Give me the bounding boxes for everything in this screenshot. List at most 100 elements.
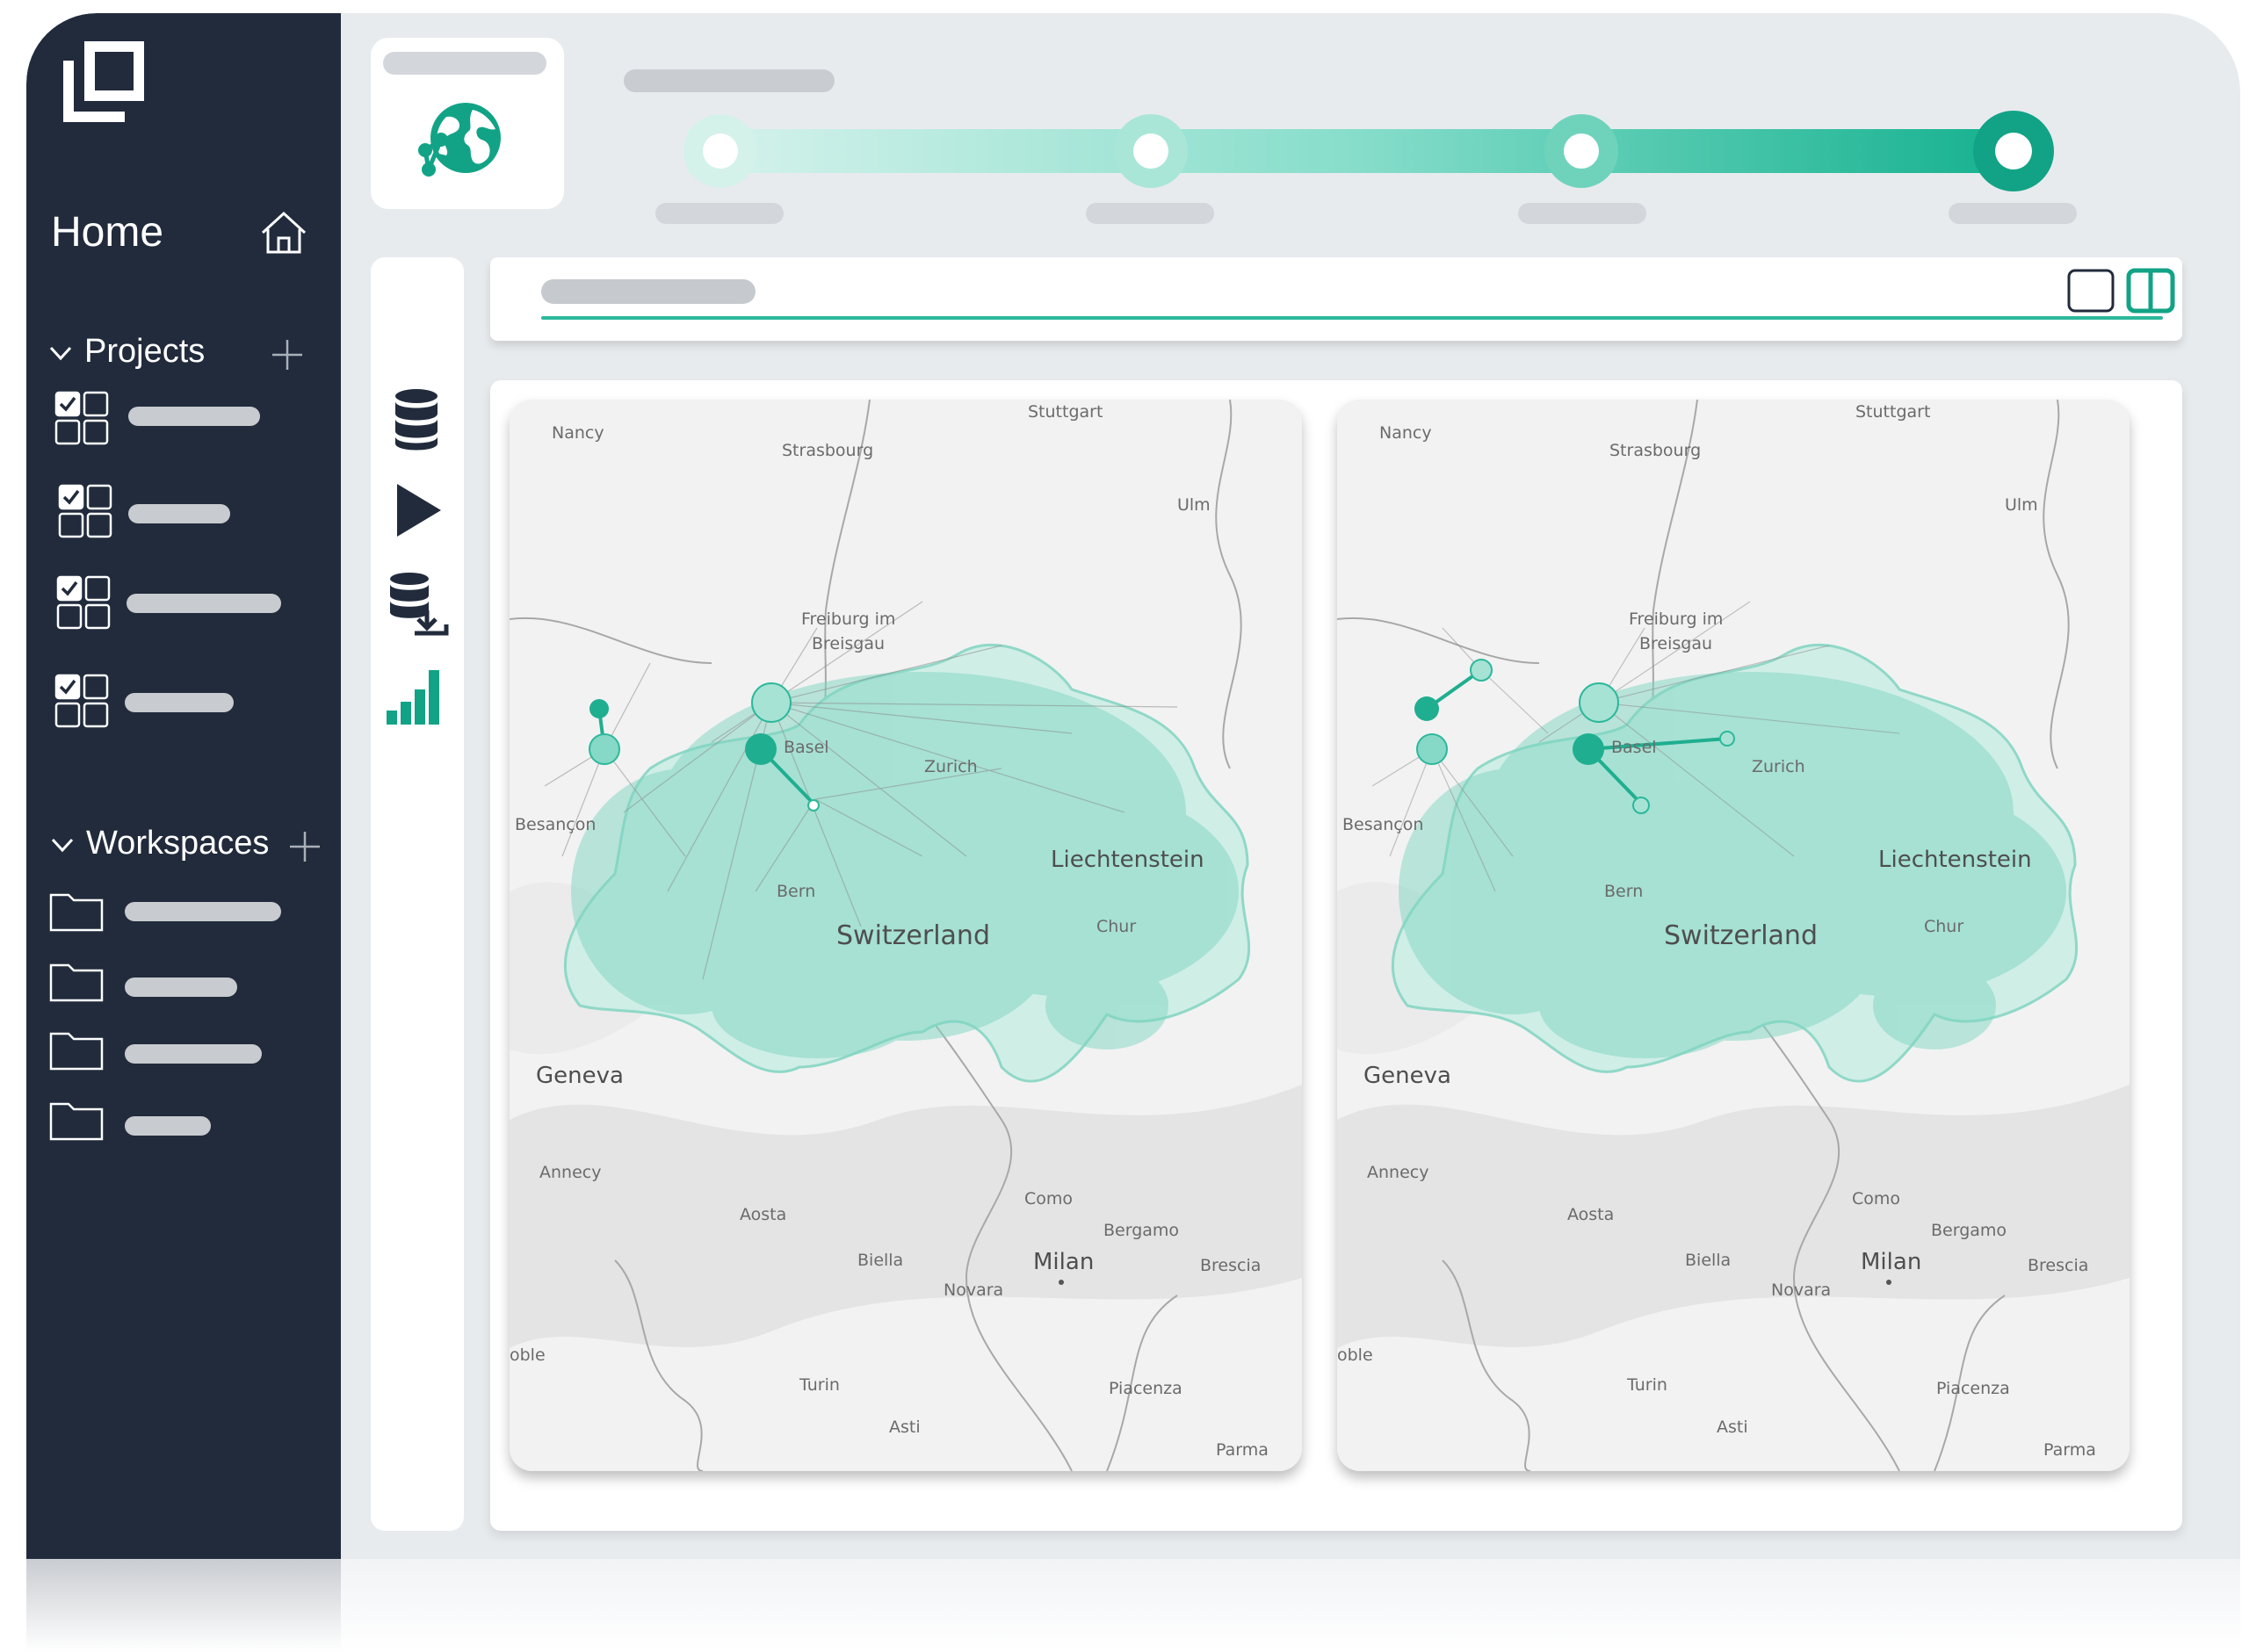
label-freiburg-2: Breisgau — [812, 634, 885, 653]
workspace-item-2[interactable] — [125, 977, 237, 997]
folder-icon — [49, 963, 104, 1002]
label-grenoble: oble — [510, 1345, 546, 1365]
hub-basel — [1470, 659, 1493, 682]
database-download-icon[interactable] — [383, 572, 450, 638]
label-freiburg-1: Freiburg im — [1629, 610, 1723, 629]
map-left-canvas[interactable]: Nancy Strasbourg Stuttgart Ulm Freiburg … — [510, 400, 1302, 1471]
label-bern: Bern — [777, 882, 815, 901]
module-card[interactable] — [371, 38, 564, 209]
map-right-canvas[interactable]: Nancy Strasbourg Stuttgart Ulm Freiburg … — [1337, 400, 2130, 1471]
label-besancon: Besançon — [1342, 815, 1423, 834]
workspaces-label: Workspaces — [86, 825, 270, 862]
label-zurich: Zurich — [924, 757, 978, 776]
projects-section-toggle[interactable]: Projects — [47, 333, 205, 371]
label-chur: Chur — [1096, 917, 1136, 936]
label-annecy: Annecy — [539, 1163, 601, 1182]
globe-network-icon — [418, 103, 501, 177]
label-milan: Milan — [1861, 1249, 1921, 1275]
label-freiburg-2: Breisgau — [1639, 634, 1712, 653]
label-geneva: Geneva — [536, 1063, 624, 1089]
project-item-1[interactable] — [128, 407, 260, 426]
title-underline — [541, 316, 2163, 320]
database-icon[interactable] — [383, 387, 450, 454]
step-4-current[interactable] — [1973, 111, 2054, 191]
hub-zurich — [751, 682, 792, 723]
step-3[interactable] — [1544, 114, 1618, 188]
label-biella: Biella — [857, 1251, 903, 1270]
hub-ticino — [807, 799, 820, 812]
label-basel: Basel — [1611, 738, 1657, 757]
step-3-label-placeholder — [1518, 203, 1646, 224]
sidebar: Home Projects Workspaces — [26, 13, 341, 1559]
brand-logo-icon[interactable] — [60, 38, 148, 126]
checklist-grid-icon — [56, 575, 111, 630]
label-nancy: Nancy — [552, 423, 604, 443]
workspace-item-3[interactable] — [125, 1044, 262, 1064]
map-panel-right[interactable]: Nancy Strasbourg Stuttgart Ulm Freiburg … — [1337, 400, 2130, 1471]
folder-icon — [49, 893, 104, 932]
map-panel-left[interactable]: Nancy Strasbourg Stuttgart Ulm Freiburg … — [510, 400, 1302, 1471]
label-chur: Chur — [1924, 917, 1963, 936]
bar-chart-icon[interactable] — [383, 663, 450, 730]
label-asti: Asti — [889, 1418, 921, 1437]
project-item-3[interactable] — [127, 594, 281, 613]
label-milan: Milan — [1033, 1249, 1094, 1275]
hub-neuchatel — [1414, 696, 1439, 721]
label-ulm: Ulm — [2005, 495, 2038, 515]
label-aosta: Aosta — [1567, 1205, 1614, 1224]
project-item-4[interactable] — [125, 693, 234, 712]
label-ulm: Ulm — [1177, 495, 1211, 515]
label-novara: Novara — [944, 1280, 1003, 1300]
hub-zurich — [1579, 682, 1619, 723]
home-label: Home — [51, 209, 164, 256]
label-bergamo: Bergamo — [1103, 1221, 1179, 1240]
step-2[interactable] — [1114, 114, 1188, 188]
add-project-icon[interactable] — [271, 338, 304, 372]
hub-lausanne — [1416, 733, 1448, 765]
step-1-label-placeholder — [655, 203, 784, 224]
play-icon[interactable] — [383, 477, 450, 544]
home-icon[interactable] — [259, 208, 308, 257]
checklist-grid-icon — [54, 674, 109, 728]
hub-ticino — [1632, 797, 1650, 814]
chevron-down-icon — [49, 346, 72, 360]
step-1[interactable] — [683, 114, 757, 188]
label-strasbourg: Strasbourg — [782, 441, 873, 460]
label-switzerland: Switzerland — [1664, 920, 1818, 951]
hub-neuchatel — [589, 699, 609, 718]
label-stuttgart: Stuttgart — [1028, 402, 1103, 422]
home-link[interactable]: Home — [51, 208, 163, 256]
workspace-item-1[interactable] — [125, 902, 281, 921]
label-turin: Turin — [1626, 1375, 1667, 1395]
label-biella: Biella — [1685, 1251, 1731, 1270]
label-grenoble: oble — [1337, 1345, 1373, 1365]
label-basel: Basel — [784, 738, 829, 757]
hub-central — [1573, 733, 1604, 765]
app-window: Home Projects Workspaces Nancy Strasbour… — [26, 13, 2240, 1559]
view-title-bar — [490, 257, 2182, 341]
split-panel-icon[interactable] — [2126, 268, 2175, 314]
label-liechtenstein: Liechtenstein — [1878, 847, 2032, 873]
chevron-down-icon — [51, 838, 74, 852]
checklist-grid-icon — [54, 391, 109, 445]
projects-label: Projects — [84, 333, 206, 370]
label-strasbourg: Strasbourg — [1609, 441, 1701, 460]
single-panel-icon[interactable] — [2066, 268, 2115, 314]
label-brescia: Brescia — [1200, 1256, 1261, 1275]
label-besancon: Besançon — [515, 815, 596, 834]
hub-central — [745, 733, 777, 765]
workspace-item-4[interactable] — [125, 1116, 211, 1136]
window-reflection — [26, 1559, 2240, 1652]
folder-icon — [49, 1032, 104, 1071]
label-bern: Bern — [1604, 882, 1643, 901]
label-turin: Turin — [799, 1375, 840, 1395]
label-switzerland: Switzerland — [836, 920, 990, 951]
progress-stepper — [624, 69, 2077, 224]
project-item-2[interactable] — [128, 504, 230, 523]
label-asti: Asti — [1717, 1418, 1748, 1437]
step-2-label-placeholder — [1086, 203, 1214, 224]
label-freiburg-1: Freiburg im — [801, 610, 895, 629]
label-novara: Novara — [1771, 1280, 1831, 1300]
add-workspace-icon[interactable] — [288, 830, 322, 863]
workspaces-section-toggle[interactable]: Workspaces — [49, 825, 269, 862]
